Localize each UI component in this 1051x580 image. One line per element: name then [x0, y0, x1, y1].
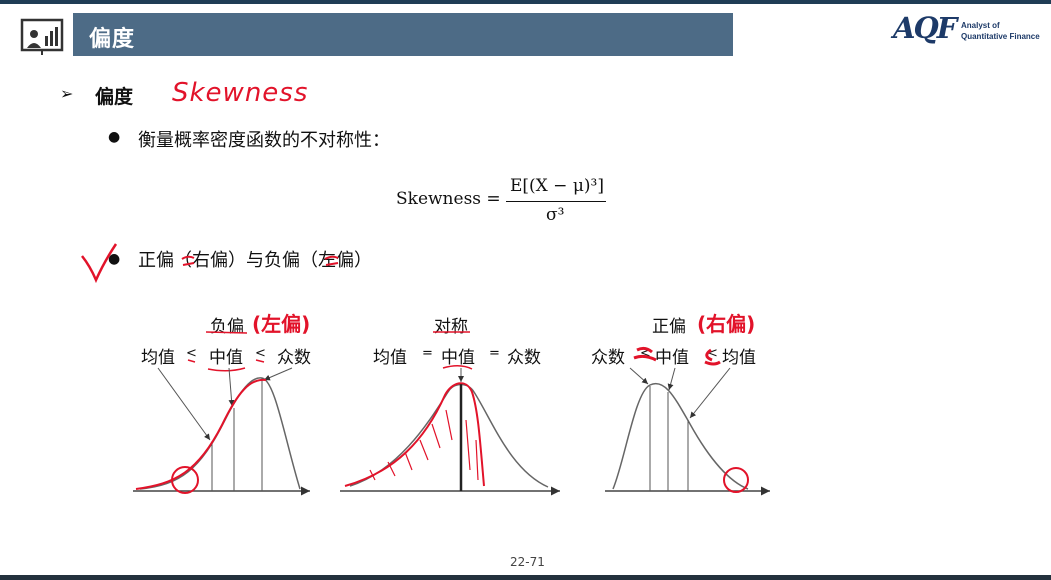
red-mark-2	[324, 255, 339, 266]
page-number: 22-71	[510, 555, 545, 569]
chart1-lt-marks	[187, 359, 265, 363]
chart-symmetric	[340, 368, 560, 496]
underline-chart1-title	[205, 331, 248, 334]
handwritten-checkmark	[81, 243, 118, 284]
red-mark-1	[181, 255, 195, 266]
bottom-border	[0, 575, 1051, 580]
underline-chart1-median	[207, 367, 246, 372]
chart-positive-skew	[605, 367, 770, 496]
skewness-diagrams	[81, 243, 770, 496]
chart-negative-skew	[133, 367, 310, 496]
underline-chart2-median	[442, 365, 473, 370]
chart3-red-mark-2	[704, 348, 721, 366]
chart3-red-mark-1	[633, 346, 657, 362]
